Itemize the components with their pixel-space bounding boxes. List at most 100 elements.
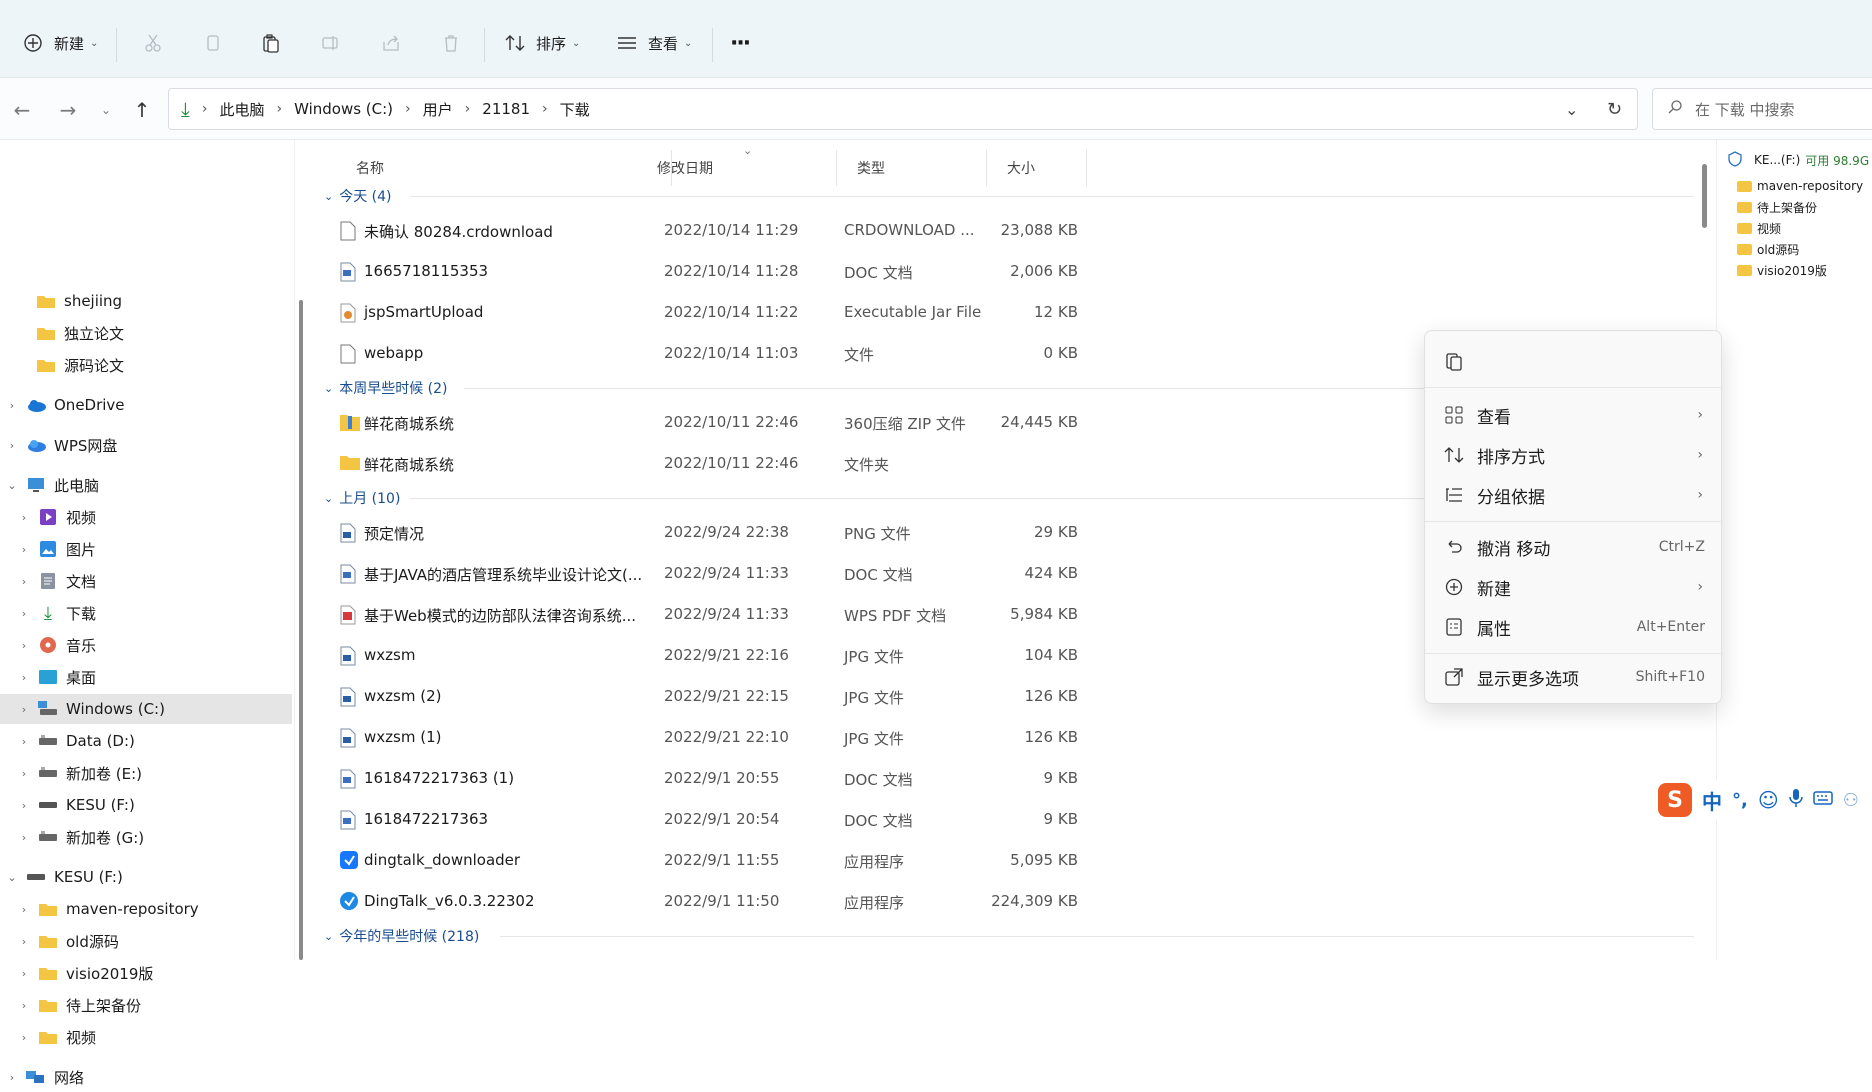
copy-button[interactable] [200, 28, 226, 58]
address-bar[interactable]: ⤓ › 此电脑 › Windows (C:) › 用户 › 21181 › 下载… [168, 88, 1638, 130]
search-box[interactable]: 在 下载 中搜索 [1652, 88, 1872, 130]
chevron-right-icon[interactable]: › [18, 671, 30, 684]
chevron-right-icon[interactable]: › [18, 703, 30, 716]
chevron-right-icon[interactable]: › [18, 831, 30, 844]
file-row[interactable]: 1618472217363 2022/9/1 20:54 DOC 文档 9 KB [314, 801, 1114, 839]
chevron-right-icon[interactable]: › [6, 1071, 18, 1084]
column-header-size[interactable]: 大小 [987, 150, 1087, 186]
sort-button[interactable]: 排序 ⌄ [502, 28, 580, 58]
sidebar-scrollbar[interactable] [299, 300, 303, 960]
file-row[interactable]: 鲜花商城系统 2022/10/11 22:46 文件夹 [314, 445, 1114, 483]
file-row[interactable]: 未确认 80284.crdownload 2022/10/14 11:29 CR… [314, 212, 1114, 250]
context-more-options-item[interactable]: 显示更多选项 Shift+F10 [1425, 659, 1723, 695]
file-row[interactable]: 基于JAVA的酒店管理系统毕业设计论文(... 2022/9/24 11:33 … [314, 555, 1114, 593]
context-properties-item[interactable]: 属性 Alt+Enter [1425, 609, 1723, 645]
pane-folder-item[interactable]: visio2019版 [1737, 260, 1827, 280]
ime-mode-toggle[interactable]: 中 [1702, 786, 1722, 815]
forward-arrow-icon[interactable]: → [54, 96, 82, 124]
share-button[interactable] [378, 28, 404, 58]
file-row[interactable]: DingTalk_v6.0.3.22302 2022/9/1 11:50 应用程… [314, 883, 1114, 921]
context-group-item[interactable]: 分组依据 › [1425, 477, 1723, 513]
emoji-icon[interactable]: ☺ [1758, 788, 1779, 812]
sidebar-item-onedrive[interactable]: › OneDrive [0, 390, 292, 420]
chevron-right-icon[interactable]: › [18, 1031, 30, 1044]
file-list-scrollbar[interactable] [1702, 164, 1707, 228]
sidebar-item-volume-e[interactable]: › 新加卷 (E:) [0, 758, 292, 788]
file-row[interactable]: 基于Web模式的边防部队法律咨询系统... 2022/9/24 11:33 WP… [314, 596, 1114, 634]
paste-button[interactable] [258, 28, 284, 58]
ime-logo-icon[interactable]: S [1658, 783, 1692, 817]
chevron-right-icon[interactable]: › [18, 543, 30, 556]
chevron-right-icon[interactable]: › [18, 799, 30, 812]
chevron-right-icon[interactable]: › [6, 439, 18, 452]
more-options-button[interactable]: ··· [730, 28, 751, 58]
file-row[interactable]: jspSmartUpload 2022/10/14 11:22 Executab… [314, 294, 1114, 332]
sidebar-item-data-d[interactable]: › Data (D:) [0, 726, 292, 756]
file-row[interactable]: 1618472217363 (1) 2022/9/1 20:55 DOC 文档 … [314, 760, 1114, 798]
drive-header[interactable]: KE...(F:) 可用 98.9G [1727, 150, 1869, 170]
up-arrow-icon[interactable]: ↑ [128, 96, 156, 124]
breadcrumb-downloads[interactable]: 下载 [560, 99, 590, 120]
chevron-right-icon[interactable]: › [6, 399, 18, 412]
context-view-item[interactable]: 查看 › [1425, 397, 1723, 433]
chevron-right-icon[interactable]: › [18, 607, 30, 620]
breadcrumb-this-pc[interactable]: 此电脑 [219, 99, 264, 120]
file-row[interactable]: wxzsm 2022/9/21 22:16 JPG 文件 104 KB [314, 637, 1114, 675]
file-row[interactable]: wxzsm (2) 2022/9/21 22:15 JPG 文件 126 KB [314, 678, 1114, 716]
chevron-right-icon[interactable]: › [18, 967, 30, 980]
chevron-right-icon[interactable]: › [18, 639, 30, 652]
sidebar-item-shejiing[interactable]: shejiing [0, 286, 292, 316]
sidebar-item-pending-backup[interactable]: › 待上架备份 [0, 990, 292, 1020]
sidebar-item-network[interactable]: › 网络 [0, 1062, 292, 1092]
sidebar-item-desktop[interactable]: › 桌面 [0, 662, 292, 692]
column-header-name[interactable]: 名称 [336, 150, 672, 186]
group-header-today[interactable]: ⌄ 今天 (4) [314, 184, 392, 208]
sidebar-item-videos[interactable]: › 视频 [0, 502, 292, 532]
sidebar-item-source-thesis[interactable]: 源码论文 [0, 350, 292, 380]
file-row[interactable]: dingtalk_downloader 2022/9/1 11:55 应用程序 … [314, 842, 1114, 880]
skin-icon[interactable]: ⚇ [1843, 790, 1859, 811]
column-header-date[interactable]: 修改日期 ⌄ [657, 144, 837, 186]
chevron-right-icon[interactable]: › [18, 999, 30, 1012]
context-paste-button[interactable] [1425, 343, 1723, 379]
file-row[interactable]: 预定情况 2022/9/24 22:38 PNG 文件 29 KB [314, 514, 1114, 552]
pane-folder-item[interactable]: old源码 [1737, 239, 1799, 259]
chevron-right-icon[interactable]: › [18, 735, 30, 748]
delete-button[interactable] [438, 28, 464, 58]
breadcrumb-user[interactable]: 21181 [482, 100, 530, 118]
breadcrumb-users[interactable]: 用户 [423, 99, 453, 120]
chevron-down-icon[interactable]: ⌄ [6, 479, 18, 492]
sidebar-item-thesis[interactable]: 独立论文 [0, 318, 292, 348]
new-button[interactable]: 新建 ⌄ [20, 28, 98, 58]
sidebar-item-old-source[interactable]: › old源码 [0, 926, 292, 956]
file-row[interactable]: webapp 2022/10/14 11:03 文件 0 KB [314, 335, 1114, 373]
sidebar-item-visio2019[interactable]: › visio2019版 [0, 958, 292, 988]
sidebar-item-wps-cloud[interactable]: › WPS网盘 [0, 430, 292, 460]
back-arrow-icon[interactable]: ← [8, 96, 36, 124]
sidebar-item-kesu-f[interactable]: › KESU (F:) [0, 790, 292, 820]
chevron-right-icon[interactable]: › [18, 511, 30, 524]
sidebar-item-video-folder[interactable]: › 视频 [0, 1022, 292, 1052]
recent-chevron-icon[interactable]: ⌄ [92, 96, 120, 124]
microphone-icon[interactable] [1788, 788, 1803, 812]
keyboard-icon[interactable] [1812, 791, 1833, 809]
breadcrumb-windows-c[interactable]: Windows (C:) [294, 100, 393, 118]
context-new-item[interactable]: 新建 › [1425, 569, 1723, 605]
file-row[interactable]: wxzsm (1) 2022/9/21 22:10 JPG 文件 126 KB [314, 719, 1114, 757]
group-header-last-month[interactable]: ⌄ 上月 (10) [314, 486, 400, 510]
pane-folder-item[interactable]: 待上架备份 [1737, 197, 1817, 217]
refresh-icon[interactable]: ↻ [1607, 99, 1622, 120]
chevron-right-icon[interactable]: › [18, 903, 30, 916]
chevron-right-icon[interactable]: › [18, 575, 30, 588]
group-header-earlier-this-week[interactable]: ⌄ 本周早些时候 (2) [314, 376, 448, 400]
context-sort-item[interactable]: 排序方式 › [1425, 437, 1723, 473]
chevron-down-icon[interactable]: ⌄ [6, 871, 18, 884]
chevron-right-icon[interactable]: › [18, 935, 30, 948]
column-header-type[interactable]: 类型 [837, 150, 987, 186]
sidebar-item-maven-repository[interactable]: › maven-repository [0, 894, 292, 924]
sidebar-item-kesu-f-root[interactable]: ⌄ KESU (F:) [0, 862, 292, 892]
sidebar-item-this-pc[interactable]: ⌄ 此电脑 [0, 470, 292, 500]
sidebar-item-music[interactable]: › 音乐 [0, 630, 292, 660]
pane-folder-item[interactable]: 视频 [1737, 218, 1781, 238]
sidebar-item-volume-g[interactable]: › 新加卷 (G:) [0, 822, 292, 852]
